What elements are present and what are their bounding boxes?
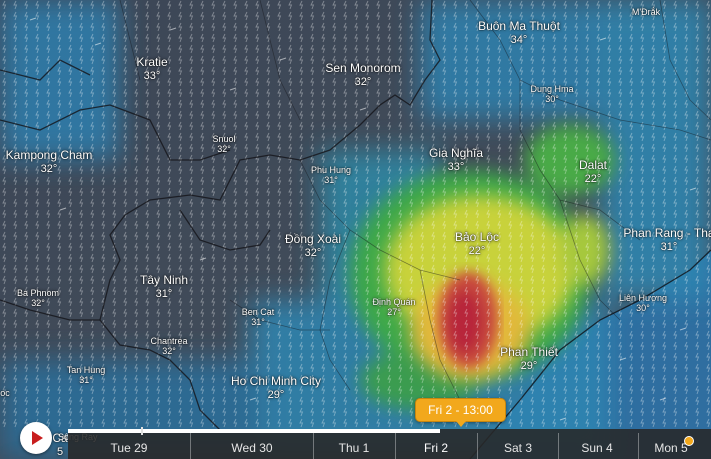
city-name: Ho Chi Minh City bbox=[230, 374, 322, 388]
city-name: Buôn Ma Thuột bbox=[478, 19, 560, 33]
city-temperature: 30° bbox=[636, 303, 650, 314]
city-label: Dung Hma 30° bbox=[530, 84, 573, 105]
city-label: M'Đrắk bbox=[632, 7, 660, 17]
city-label: Tan Hung 31° bbox=[67, 365, 106, 386]
city-name: Liên Hương bbox=[619, 293, 667, 303]
city-temperature: 31° bbox=[155, 287, 173, 300]
timeline-divider bbox=[395, 433, 396, 459]
city-label: oc bbox=[0, 388, 10, 398]
timeline-progress bbox=[68, 429, 440, 433]
city-name: Kampong Cham bbox=[5, 148, 93, 162]
forecast-indicator-dot bbox=[684, 436, 694, 446]
timeline-day[interactable]: Mon 5 bbox=[654, 441, 687, 455]
city-temperature: 32° bbox=[354, 75, 372, 88]
city-temperature: 22° bbox=[584, 172, 602, 185]
city-name: Tây Ninh bbox=[139, 273, 189, 287]
city-name: Snuol bbox=[212, 134, 236, 144]
timeline-day[interactable]: Fri 2 bbox=[424, 441, 448, 455]
city-temperature: 29° bbox=[267, 388, 285, 401]
city-name: Kratie bbox=[136, 55, 168, 69]
city-label: Chantrea 32° bbox=[150, 336, 187, 357]
city-temperature: 31° bbox=[660, 240, 678, 253]
city-name: Ben Cat bbox=[241, 307, 275, 317]
city-name: Ba Phnom bbox=[16, 288, 60, 298]
city-label: Liên Hương 30° bbox=[619, 293, 667, 314]
city-temperature: 32° bbox=[304, 246, 322, 259]
timeline-day[interactable]: Wed 30 bbox=[231, 441, 272, 455]
timeline-divider bbox=[313, 433, 314, 459]
city-label: Ba Phnom 32° bbox=[17, 288, 59, 309]
timeline-divider bbox=[190, 433, 191, 459]
timeline-now-marker bbox=[141, 427, 143, 435]
city-name: Dalat bbox=[578, 158, 608, 172]
city-temperature: 33° bbox=[447, 160, 465, 173]
timeline-divider bbox=[638, 433, 639, 459]
city-name: Gia Nghĩa bbox=[428, 146, 484, 160]
city-temperature: 30° bbox=[545, 94, 559, 105]
city-label: Ho Chi Minh City 29° bbox=[230, 374, 322, 401]
play-icon bbox=[32, 431, 43, 445]
timeline-divider bbox=[477, 433, 478, 459]
city-name: Đồng Xoài bbox=[284, 232, 342, 246]
city-label: Bảo Lộc 22° bbox=[454, 230, 500, 257]
city-temperature: 32° bbox=[40, 162, 58, 175]
city-label: Sen Monorom 32° bbox=[325, 61, 401, 88]
current-time-badge[interactable]: Fri 2 - 13:00 bbox=[415, 398, 506, 427]
city-temperature: 32° bbox=[217, 144, 231, 155]
city-label: Snuol 32° bbox=[212, 134, 235, 155]
city-label: Kampong Cham 32° bbox=[5, 148, 93, 175]
city-label: Gia Nghĩa 33° bbox=[428, 146, 484, 173]
city-label: Định Quán 27° bbox=[372, 297, 415, 318]
city-label: Ben Cat 31° bbox=[242, 307, 275, 328]
city-name: Phan Rang - Tha bbox=[623, 226, 711, 240]
city-label: Dalat 22° bbox=[578, 158, 608, 185]
city-temperature: 22° bbox=[468, 244, 486, 257]
city-temperature: 29° bbox=[520, 359, 538, 372]
city-label: Buôn Ma Thuột 34° bbox=[478, 19, 560, 46]
city-name: Phan Thiết bbox=[500, 345, 558, 359]
city-temperature: 31° bbox=[324, 175, 338, 186]
city-label: Đồng Xoài 32° bbox=[284, 232, 342, 259]
timeline-day[interactable]: Sun 4 bbox=[581, 441, 612, 455]
timeline-bar[interactable] bbox=[68, 429, 711, 459]
city-name: Tan Hung bbox=[66, 365, 106, 375]
city-label: Phan Rang - Tha 31° bbox=[623, 226, 711, 253]
timeline-divider bbox=[558, 433, 559, 459]
city-temperature: 27° bbox=[387, 307, 401, 318]
city-temperature: 31° bbox=[79, 375, 93, 386]
timeline-day[interactable]: Thu 1 bbox=[339, 441, 370, 455]
city-label: Kratie 33° bbox=[136, 55, 168, 82]
city-label: Tây Ninh 31° bbox=[139, 273, 189, 300]
city-temperature: 32° bbox=[162, 346, 176, 357]
city-name: Chantrea bbox=[150, 336, 188, 346]
timeline-day[interactable]: Tue 29 bbox=[111, 441, 148, 455]
city-label: Phu Hung 31° bbox=[311, 165, 351, 186]
city-name: Phu Hung bbox=[310, 165, 352, 175]
city-temperature: 5 bbox=[56, 445, 64, 458]
city-label: Phan Thiết 29° bbox=[500, 345, 558, 372]
city-name: oc bbox=[0, 388, 10, 398]
city-temperature: 31° bbox=[251, 317, 265, 328]
city-name: Dung Hma bbox=[530, 84, 574, 94]
city-name: Sen Monorom bbox=[325, 61, 401, 75]
city-name: Bảo Lộc bbox=[454, 230, 500, 244]
city-temperature: 32° bbox=[31, 298, 45, 309]
play-button[interactable] bbox=[20, 422, 52, 454]
city-name: M'Đrắk bbox=[631, 7, 661, 17]
city-temperature: 33° bbox=[143, 69, 161, 82]
city-temperature: 34° bbox=[510, 33, 528, 46]
timeline-day[interactable]: Sat 3 bbox=[504, 441, 532, 455]
city-name: Định Quán bbox=[372, 297, 416, 307]
current-time-label: Fri 2 - 13:00 bbox=[428, 403, 493, 417]
